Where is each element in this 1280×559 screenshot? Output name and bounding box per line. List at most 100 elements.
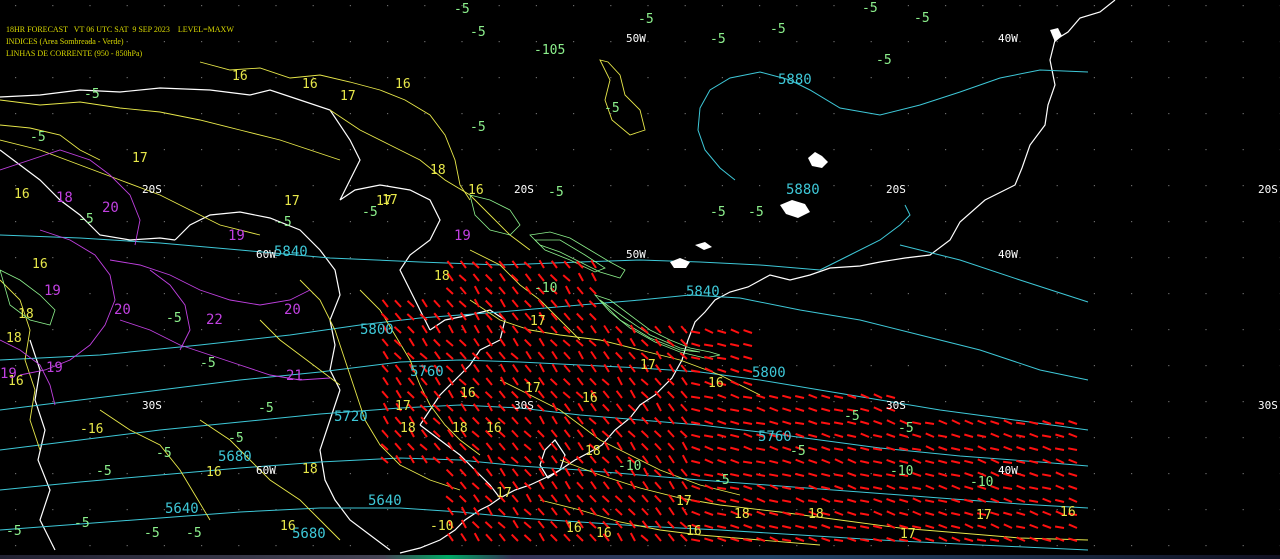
- wind-barb: [537, 494, 545, 503]
- grid-dot: [573, 401, 575, 403]
- wind-barb: [629, 389, 636, 399]
- wind-barb: [511, 442, 519, 451]
- grid-dot: [535, 401, 537, 403]
- grid-dot: [424, 473, 426, 475]
- wind-barb: [717, 458, 727, 464]
- grid-dot: [498, 365, 500, 367]
- grid-dot: [349, 365, 351, 367]
- grid-dot: [721, 113, 723, 115]
- grid-dot: [647, 113, 649, 115]
- grid-dot: [1242, 401, 1244, 403]
- wind-barb: [782, 394, 792, 399]
- wind-barb: [445, 352, 454, 360]
- yellow-label: 18: [434, 269, 450, 284]
- grid-dot: [126, 545, 128, 547]
- grid-dot: [833, 365, 835, 367]
- wind-barb: [640, 442, 649, 451]
- wind-barb: [756, 524, 766, 529]
- wind-barb: [1054, 421, 1065, 425]
- yellow-label: 17: [382, 193, 398, 208]
- wind-barb: [667, 533, 675, 542]
- grid-dot: [312, 509, 314, 511]
- wind-barb: [769, 406, 779, 412]
- grid-dot: [870, 257, 872, 259]
- wind-barb: [977, 419, 987, 425]
- wind-barb: [690, 499, 701, 503]
- grid-dot: [759, 41, 761, 43]
- wind-barb: [808, 420, 818, 425]
- grid-dot: [1205, 149, 1207, 151]
- lon-label-60w-bot: 60W: [256, 464, 276, 477]
- grid-dot: [89, 113, 91, 115]
- wind-barb: [925, 432, 935, 438]
- wind-barb: [538, 441, 545, 451]
- grid-dot: [52, 149, 54, 151]
- lat-label-20s-east: 20S: [886, 183, 906, 196]
- grid-dot: [1131, 473, 1133, 475]
- grid-dot: [535, 437, 537, 439]
- wind-barb: [976, 538, 987, 542]
- wind-barb: [743, 381, 753, 386]
- height-label: 5880: [786, 182, 820, 198]
- grid-dot: [1131, 329, 1133, 331]
- grid-dot: [89, 437, 91, 439]
- wind-barb: [381, 429, 389, 438]
- grid-dot: [89, 545, 91, 547]
- wind-barb: [782, 420, 792, 425]
- wind-barb: [768, 499, 779, 503]
- grid-dot: [238, 185, 240, 187]
- wind-barb: [690, 421, 701, 425]
- wind-barb: [794, 512, 805, 516]
- grid-dot: [1131, 545, 1133, 547]
- grid-dot: [89, 401, 91, 403]
- wind-barb: [523, 299, 532, 308]
- wind-barb: [833, 447, 844, 451]
- wind-barb: [602, 351, 610, 360]
- wind-barb: [925, 537, 935, 542]
- index-label: -5: [470, 120, 486, 135]
- grid-dot: [1019, 545, 1021, 547]
- magenta-labels: 18 20 19 19 19 20 22 20 21 19 19: [0, 190, 471, 384]
- grid-dot: [349, 437, 351, 439]
- grid-dot: [759, 329, 761, 331]
- wind-barb: [588, 286, 597, 295]
- grid-dot: [684, 5, 686, 7]
- wind-barb: [538, 480, 545, 490]
- wind-barb: [485, 442, 493, 451]
- grid-dot: [163, 41, 165, 43]
- grid-dot: [796, 113, 798, 115]
- wind-barb: [938, 536, 948, 542]
- wind-barb: [551, 415, 558, 425]
- grid-dot: [126, 401, 128, 403]
- wind-barb: [394, 442, 402, 451]
- grid-dot: [1242, 473, 1244, 475]
- grid-dot: [833, 41, 835, 43]
- grid-dot: [907, 41, 909, 43]
- wind-barb: [601, 430, 610, 438]
- wind-barb: [420, 429, 428, 438]
- wind-barb: [460, 532, 467, 542]
- wind-barb: [473, 532, 480, 542]
- wind-barb: [485, 468, 493, 477]
- wind-barb: [704, 445, 714, 451]
- yellow-label: 17: [496, 486, 512, 501]
- grid-dot: [238, 5, 240, 7]
- grid-dot: [759, 5, 761, 7]
- grid-dot: [982, 41, 984, 43]
- wind-barb: [768, 394, 779, 399]
- grid-dot: [387, 41, 389, 43]
- wind-barb: [380, 456, 389, 464]
- wind-barb: [834, 510, 844, 516]
- grid-dot: [498, 77, 500, 79]
- wind-barb: [742, 395, 753, 399]
- wind-barb: [795, 537, 805, 542]
- grid-dot: [1131, 77, 1133, 79]
- grid-dot: [275, 401, 277, 403]
- yellow-label: 18: [734, 507, 750, 522]
- wind-barb: [588, 417, 597, 425]
- wind-barb: [538, 259, 545, 269]
- wind-barb: [743, 342, 753, 347]
- wind-barb: [742, 421, 753, 425]
- wind-barb: [640, 339, 649, 347]
- wind-barb: [690, 356, 701, 360]
